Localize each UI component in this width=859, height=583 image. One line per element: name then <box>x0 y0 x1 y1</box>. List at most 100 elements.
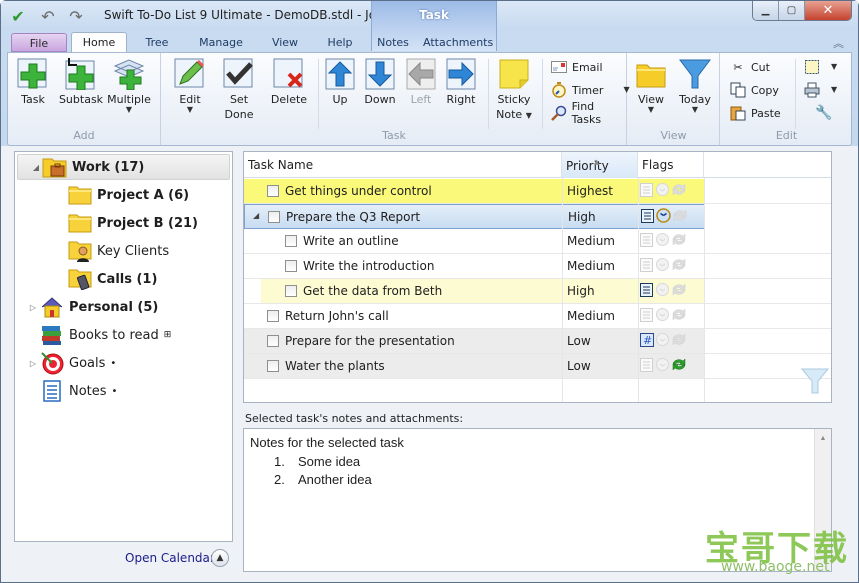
tab-file[interactable]: File <box>11 33 67 52</box>
redo-icon[interactable]: ↷ <box>67 7 85 26</box>
note-flag-icon[interactable] <box>640 208 655 223</box>
scroll-up-icon[interactable]: ▲ <box>815 435 831 442</box>
tab-home[interactable]: Home <box>71 32 127 53</box>
recurrence-flag-icon[interactable] <box>671 232 686 247</box>
filter-funnel-icon[interactable] <box>800 367 830 398</box>
app-icon[interactable]: ✔ <box>9 7 27 26</box>
task-checkbox[interactable] <box>267 335 279 347</box>
note-flag-icon[interactable] <box>639 307 654 322</box>
note-flag-icon[interactable] <box>639 257 654 272</box>
reminder-flag-icon[interactable] <box>655 307 670 322</box>
recurrence-flag-icon[interactable] <box>671 357 686 372</box>
edit-button[interactable]: Edit ▼ <box>167 57 213 127</box>
task-row[interactable]: ◢ Prepare the Q3 Report High <box>244 204 705 229</box>
recurrence-flag-icon[interactable] <box>671 282 686 297</box>
note-flag-icon[interactable] <box>639 282 654 297</box>
add-multiple-button[interactable]: Multiple ▼ <box>106 57 152 127</box>
reminder-flag-icon[interactable] <box>655 357 670 372</box>
close-button[interactable]: ✕ <box>805 1 851 20</box>
maximize-button[interactable]: ▢ <box>779 1 805 20</box>
sidebar-item-calls[interactable]: Calls (1) <box>15 266 232 292</box>
task-row[interactable]: Return John's call Medium <box>244 304 831 329</box>
add-subtask-button[interactable]: Subtask <box>58 57 104 127</box>
email-button[interactable]: Email <box>550 57 603 77</box>
task-row[interactable]: Get things under control Highest <box>244 179 831 204</box>
column-flags[interactable]: Flags <box>638 152 704 178</box>
print-button[interactable]: ▼ <box>803 80 837 100</box>
tab-attachments[interactable]: Attachments <box>423 33 493 52</box>
note-flag-icon[interactable] <box>639 182 654 197</box>
copy-button[interactable]: Copy <box>729 80 779 100</box>
category-tree[interactable]: ◢ Work (17) Project A (6) Project B (21) Key… <box>14 151 233 542</box>
reminder-flag-icon[interactable] <box>655 282 670 297</box>
sidebar-item-books-to-read[interactable]: Books to read ⊞ <box>15 322 232 348</box>
expanded-triangle-icon[interactable]: ◢ <box>30 163 42 172</box>
move-left-button[interactable]: Left <box>400 57 442 127</box>
sidebar-item-notes[interactable]: Notes • <box>15 378 232 404</box>
note-flag-icon[interactable] <box>639 232 654 247</box>
expanded-triangle-icon[interactable]: ◢ <box>253 211 259 220</box>
task-row[interactable]: Water the plants Low <box>244 354 831 379</box>
task-row[interactable]: Prepare for the presentation Low # <box>244 329 831 354</box>
task-row[interactable]: Get the data from Beth High <box>244 279 831 304</box>
select-all-button[interactable]: ▼ <box>803 57 837 77</box>
tab-tree[interactable]: Tree <box>135 33 179 52</box>
task-checkbox[interactable] <box>267 360 279 372</box>
tab-view[interactable]: View <box>265 33 305 52</box>
collapsed-triangle-icon[interactable]: ▷ <box>27 359 39 368</box>
sidebar-item-goals[interactable]: ▷ Goals • <box>15 350 232 376</box>
task-row[interactable]: Write an outline Medium <box>244 229 831 254</box>
recurrence-flag-icon[interactable] <box>672 208 687 223</box>
task-checkbox[interactable] <box>268 211 280 223</box>
reminder-flag-icon[interactable] <box>655 332 670 347</box>
sidebar-item-personal[interactable]: ▷ Personal (5) <box>15 294 232 320</box>
clipboard-icon <box>729 104 747 122</box>
reminder-flag-icon[interactable] <box>655 257 670 272</box>
reminder-flag-icon[interactable] <box>655 232 670 247</box>
move-right-button[interactable]: Right <box>440 57 482 127</box>
task-row[interactable]: Write the introduction Medium <box>244 254 831 279</box>
timer-button[interactable]: Timer ▼ <box>550 80 630 100</box>
task-checkbox[interactable] <box>285 260 297 272</box>
paste-button[interactable]: Paste <box>729 103 781 123</box>
sticky-note-button[interactable]: Sticky Note ▼ <box>490 57 538 127</box>
view-button[interactable]: View ▼ <box>628 57 674 127</box>
cut-button[interactable]: ✂ Cut <box>729 57 770 77</box>
options-button[interactable]: 🔧 <box>815 103 837 123</box>
sidebar-item-work[interactable]: ◢ Work (17) <box>17 154 230 180</box>
task-checkbox[interactable] <box>267 310 279 322</box>
undo-icon[interactable]: ↶ <box>39 7 57 26</box>
move-down-button[interactable]: Down <box>359 57 401 127</box>
task-checkbox[interactable] <box>285 235 297 247</box>
tab-notes[interactable]: Notes <box>375 33 411 52</box>
sidebar-item-project-b[interactable]: Project B (21) <box>15 210 232 236</box>
attachment-flag-icon[interactable]: # <box>639 332 654 347</box>
delete-button[interactable]: Delete <box>266 57 312 127</box>
task-checkbox[interactable] <box>285 285 297 297</box>
tab-manage[interactable]: Manage <box>193 33 249 52</box>
sticky-note-icon <box>497 57 531 91</box>
recurrence-flag-icon[interactable] <box>671 182 686 197</box>
collapse-ribbon-icon[interactable]: ︽ <box>833 35 844 51</box>
today-filter-button[interactable]: Today ▼ <box>672 57 718 127</box>
minimize-button[interactable]: ▁ <box>753 1 779 20</box>
move-up-button[interactable]: Up <box>319 57 361 127</box>
chevron-up-icon[interactable]: ▲ <box>211 549 229 567</box>
find-tasks-button[interactable]: Find Tasks <box>550 100 626 126</box>
column-priority[interactable]: ▲ Priority <box>562 152 638 178</box>
add-task-button[interactable]: Task <box>10 57 56 127</box>
set-done-button[interactable]: Set Done <box>216 57 262 127</box>
note-flag-icon[interactable] <box>639 357 654 372</box>
recurrence-flag-icon[interactable] <box>671 332 686 347</box>
reminder-flag-icon[interactable] <box>656 208 671 223</box>
recurrence-flag-icon[interactable] <box>671 257 686 272</box>
tab-help[interactable]: Help <box>321 33 359 52</box>
recurrence-flag-icon[interactable] <box>671 307 686 322</box>
sidebar-item-project-a[interactable]: Project A (6) <box>15 182 232 208</box>
sidebar-item-key-clients[interactable]: Key Clients <box>15 238 232 264</box>
collapsed-triangle-icon[interactable]: ▷ <box>27 303 39 312</box>
column-task-name[interactable]: Task Name <box>244 152 562 178</box>
reminder-flag-icon[interactable] <box>655 182 670 197</box>
task-checkbox[interactable] <box>267 185 279 197</box>
open-calendar-link[interactable]: Open Calendar <box>125 551 215 565</box>
